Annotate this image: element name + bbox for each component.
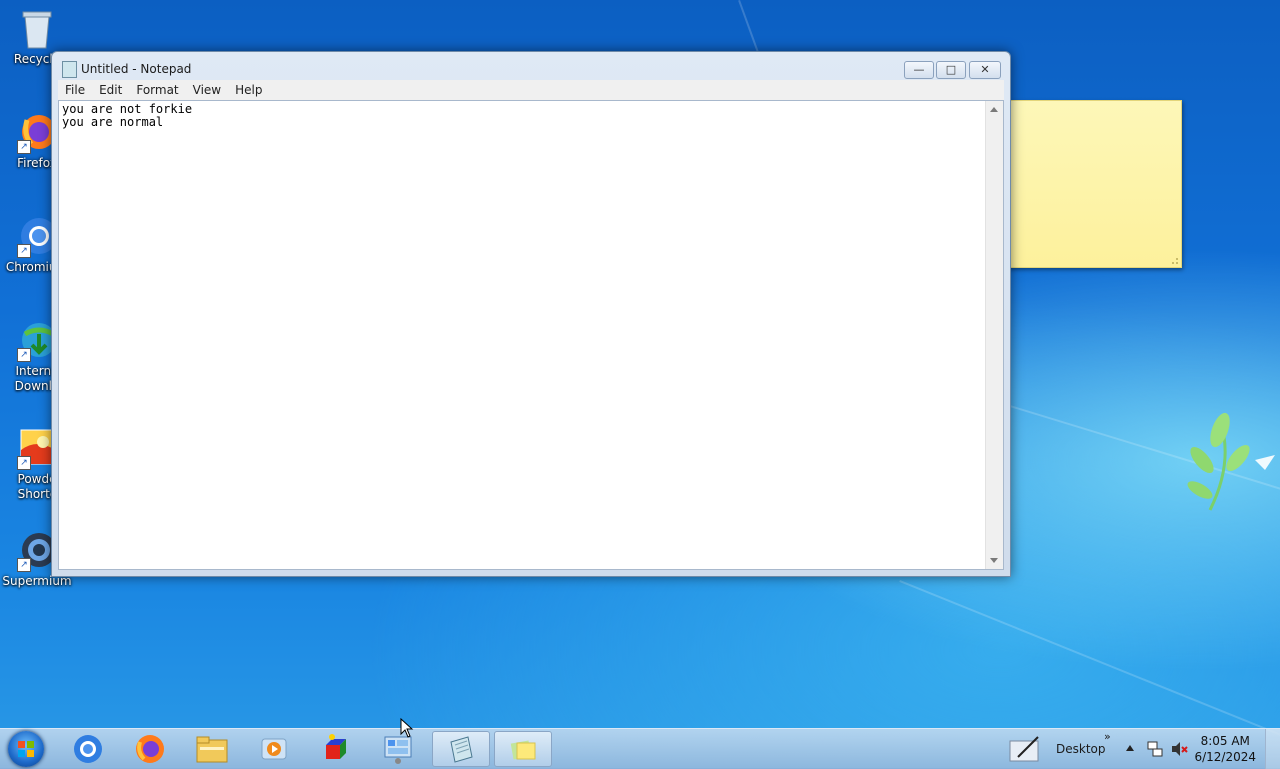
clock-time: 8:05 AM [1200, 734, 1250, 748]
windows-logo-icon [18, 741, 34, 757]
scroll-down-arrow-icon[interactable] [990, 558, 998, 563]
menu-edit[interactable]: Edit [92, 80, 129, 100]
shortcut-arrow-icon: ↗ [17, 244, 31, 258]
taskbar-media-player[interactable] [246, 731, 302, 767]
sticky-notes-icon [510, 740, 536, 760]
taskbar-control-panel[interactable] [370, 731, 426, 767]
taskbar-chromium[interactable] [60, 731, 116, 767]
shortcut-arrow-icon: ↗ [17, 558, 31, 572]
taskbar-sticky-notes[interactable] [494, 731, 552, 767]
menu-view[interactable]: View [186, 80, 228, 100]
menu-help[interactable]: Help [228, 80, 269, 100]
taskbar-file-explorer[interactable] [184, 731, 240, 767]
wallpaper-streak [738, 0, 761, 58]
network-icon[interactable] [1146, 740, 1164, 758]
menu-file[interactable]: File [58, 80, 92, 100]
firefox-icon [136, 735, 164, 763]
notepad-window[interactable]: Untitled - Notepad — □ ✕ File Edit Format V… [51, 51, 1011, 577]
wallpaper-streak [899, 580, 1280, 740]
toolbar-chevron-icon[interactable]: » [1104, 730, 1111, 743]
desktop-toolbar-icon[interactable] [1008, 735, 1044, 763]
taskbar-notepad[interactable] [432, 731, 490, 767]
shortcut-arrow-icon: ↗ [17, 456, 31, 470]
folder-icon [196, 736, 228, 763]
minimize-button[interactable]: — [904, 61, 934, 79]
recycle-bin-icon [17, 8, 57, 49]
taskbar-firefox[interactable] [122, 731, 178, 767]
show-desktop-button[interactable] [1265, 729, 1280, 769]
clock-date: 6/12/2024 [1194, 750, 1256, 764]
chromium-icon [74, 735, 102, 763]
taskbar: Desktop » 8:05 AM 6/12/2024 [0, 728, 1280, 769]
mouse-cursor-icon [400, 718, 414, 738]
editor-content[interactable]: you are not forkie you are normal [62, 103, 192, 129]
maximize-button[interactable]: □ [936, 61, 966, 79]
shortcut-arrow-icon: ↗ [17, 140, 31, 154]
3d-cube-icon [326, 734, 346, 759]
start-button[interactable] [8, 731, 44, 767]
minimize-icon: — [913, 63, 925, 76]
close-icon: ✕ [980, 63, 990, 76]
volume-muted-icon[interactable] [1170, 740, 1188, 758]
sticky-note[interactable] [1008, 100, 1182, 268]
scroll-up-arrow-icon[interactable] [990, 107, 998, 112]
close-button[interactable]: ✕ [969, 61, 1001, 79]
window-title: Untitled - Notepad [81, 62, 192, 76]
resize-grip-icon[interactable] [1169, 255, 1179, 265]
menu-format[interactable]: Format [129, 80, 185, 100]
maximize-icon: □ [945, 63, 957, 76]
desktop-toolbar-label[interactable]: Desktop [1056, 742, 1106, 756]
taskbar-paint-3d-cube[interactable] [308, 731, 364, 767]
media-player-icon [261, 738, 287, 760]
show-hidden-icons-arrow-icon[interactable] [1126, 745, 1134, 751]
system-clock[interactable]: 8:05 AM 6/12/2024 [1194, 733, 1256, 765]
wallpaper-leaf-icon [1187, 412, 1275, 511]
text-editor-area[interactable]: you are not forkie you are normal [58, 100, 1004, 570]
menu-bar: File Edit Format View Help [58, 80, 1004, 100]
notepad-icon [450, 736, 473, 763]
shortcut-arrow-icon: ↗ [17, 348, 31, 362]
notepad-app-icon [62, 61, 77, 78]
vertical-scrollbar[interactable] [985, 101, 1003, 569]
